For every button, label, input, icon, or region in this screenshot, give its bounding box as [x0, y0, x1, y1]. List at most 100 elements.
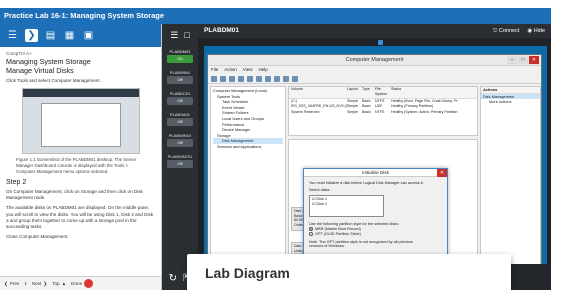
done-icon — [84, 279, 94, 288]
chevron-icon[interactable]: ❯ — [25, 29, 38, 42]
column-header[interactable]: Status — [391, 87, 477, 98]
instructions-panel: ☰ ❯ ▤ ▦ ▣ CompTIA A+ Managing System Sto… — [0, 24, 162, 290]
device-name: PLABWIN701 — [167, 154, 193, 159]
menu-icon[interactable]: ☰ — [170, 30, 178, 41]
instructions-content: CompTIA A+ Managing System Storage Manag… — [0, 47, 161, 248]
back-icon[interactable] — [211, 75, 217, 82]
prev-button[interactable]: ❮ Prev — [4, 281, 19, 287]
dialog-close-button[interactable]: ✕ — [437, 169, 447, 177]
document-icon[interactable]: ▤ — [44, 29, 57, 42]
window-controls: – □ ✕ — [507, 56, 539, 64]
maximize-button[interactable]: □ — [518, 56, 528, 64]
figure-thumbnail[interactable] — [21, 88, 140, 155]
lab-title: Practice Lab 16-1: Managing System Stora… — [0, 8, 551, 24]
step-text: On Computer Management, click on Storage… — [6, 189, 143, 201]
navigation-tree: Computer Management (Local) System Tools… — [210, 86, 286, 274]
window-title: Computer Management – □ ✕ — [208, 55, 541, 66]
volume-row[interactable]: System Reserved Simple Basic NTFS Health… — [289, 110, 477, 115]
lab-diagram-card[interactable]: Lab Diagram — [187, 254, 511, 290]
figure-window — [40, 103, 121, 148]
forward-icon[interactable] — [220, 75, 226, 82]
column-header[interactable]: File System — [375, 87, 391, 98]
hide-button[interactable]: ◉ Hide — [527, 24, 545, 38]
device-name: PLABWIN1 — [169, 70, 191, 75]
device-item[interactable]: PLABWIN701 Off — [165, 154, 195, 172]
instructions-toolbar: ☰ ❯ ▤ ▦ ▣ — [0, 24, 161, 47]
computer-management-window: Computer Management – □ ✕ File Action Vi… — [207, 54, 542, 274]
disk-checkbox[interactable]: ☑ Disk 2 — [312, 202, 381, 207]
image-icon[interactable]: ▣ — [82, 29, 95, 42]
grid-icon[interactable]: ▦ — [63, 29, 76, 42]
radio-icon — [309, 227, 313, 232]
menu-help[interactable]: Help — [258, 66, 267, 74]
menu-file[interactable]: File — [211, 66, 218, 74]
scroll-marker[interactable] — [378, 40, 383, 45]
done-button[interactable]: Done — [71, 279, 94, 288]
page-number: 1 — [24, 281, 27, 286]
vm-header: PLABDM01 ⎋ Connect ◉ Hide — [198, 24, 551, 38]
refresh-icon[interactable]: ↻ — [169, 273, 177, 284]
book-icon[interactable]: ☰ — [6, 29, 19, 42]
step-text: Close Computer Management. — [6, 234, 69, 240]
step-heading: Step 2 — [6, 178, 27, 186]
close-button[interactable]: ✕ — [529, 56, 539, 64]
menu-action[interactable]: Action — [224, 66, 237, 74]
volume-list: Volume Layout Type File System Status (C… — [288, 86, 478, 136]
vm-panel: PLABDM01 ⎋ Connect ◉ Hide Computer Manag… — [198, 24, 551, 290]
radio-icon — [309, 232, 313, 237]
task-title: Manage Virtual Disks — [6, 65, 74, 75]
menu-view[interactable]: View — [243, 66, 253, 74]
lab-diagram-title: Lab Diagram — [205, 265, 290, 281]
select-label: Select disks: — [309, 187, 331, 192]
vm-desktop[interactable]: Computer Management – □ ✕ File Action Vi… — [204, 46, 547, 274]
next-button[interactable]: Next ❯ — [32, 281, 47, 287]
check-icon[interactable] — [265, 75, 271, 82]
connect-button[interactable]: ⎋ Connect — [493, 24, 519, 38]
column-header[interactable]: Type — [362, 87, 375, 98]
power-button[interactable]: On — [167, 55, 193, 63]
device-item[interactable]: PLABWIN10 Off — [165, 133, 195, 151]
dialog-body: You must initialize a disk before Logica… — [304, 177, 447, 253]
disk-icon[interactable] — [256, 75, 262, 82]
lab-frame: Practice Lab 16-1: Managing System Stora… — [0, 8, 551, 290]
device-name: PLABDM01 — [169, 49, 191, 54]
up-icon[interactable] — [229, 75, 235, 82]
device-item[interactable]: PLABDM01 On — [165, 49, 195, 67]
power-button[interactable]: Off — [167, 139, 193, 147]
device-list: ☰ □ PLABDM01 On PLABWIN1 Off PLABDC01 Of… — [162, 24, 198, 290]
minimize-button[interactable]: – — [507, 56, 517, 64]
actions-pane: Actions Disk Management More Actions — [480, 86, 541, 274]
properties-icon[interactable] — [238, 75, 244, 82]
search-icon[interactable] — [283, 75, 289, 82]
power-button[interactable]: Off — [167, 118, 193, 126]
figure-caption: Figure 1.1 Screenshot of the PLABDM01 de… — [16, 157, 137, 174]
device-name: PLABSA01 — [169, 112, 190, 117]
menu-bar: File Action View Help — [208, 66, 541, 74]
device-item[interactable]: PLABWIN1 Off — [165, 70, 195, 88]
view-icon[interactable] — [292, 75, 298, 82]
dialog-title: Initialize Disk ✕ — [304, 169, 447, 177]
power-button[interactable]: Off — [167, 97, 193, 105]
instructions-nav: ❮ Prev 1 Next ❯ Top ▲ Done — [0, 276, 161, 290]
actions-header: Actions — [481, 87, 540, 94]
toolbar — [208, 74, 541, 84]
tree-item[interactable]: Services and Applications — [213, 144, 283, 150]
disk-select-list[interactable]: ☑ Disk 1 ☑ Disk 2 — [309, 194, 384, 217]
top-button[interactable]: Top ▲ — [52, 281, 66, 286]
figure-bar — [22, 89, 139, 98]
device-item[interactable]: PLABSA01 Off — [165, 112, 195, 130]
gpt-option[interactable]: GPT (GUID Partition Table) — [309, 232, 442, 237]
instructions-heading: Managing System Storage Manage Virtual D… — [6, 57, 155, 75]
device-name: PLABWIN10 — [168, 133, 192, 138]
power-button[interactable]: Off — [167, 160, 193, 168]
column-header[interactable]: Layout — [347, 87, 362, 98]
window-icon[interactable]: □ — [184, 30, 189, 40]
more-actions[interactable]: More Actions — [481, 99, 540, 105]
open-icon[interactable] — [274, 75, 280, 82]
column-header[interactable]: Volume — [289, 87, 347, 98]
dialog-note: Note: The GPT partition style is not rec… — [309, 239, 413, 249]
dialog-prompt: You must initialize a disk before Logica… — [309, 181, 424, 185]
device-item[interactable]: PLABDC01 Off — [165, 91, 195, 109]
help-icon[interactable] — [247, 75, 253, 82]
power-button[interactable]: Off — [167, 76, 193, 84]
